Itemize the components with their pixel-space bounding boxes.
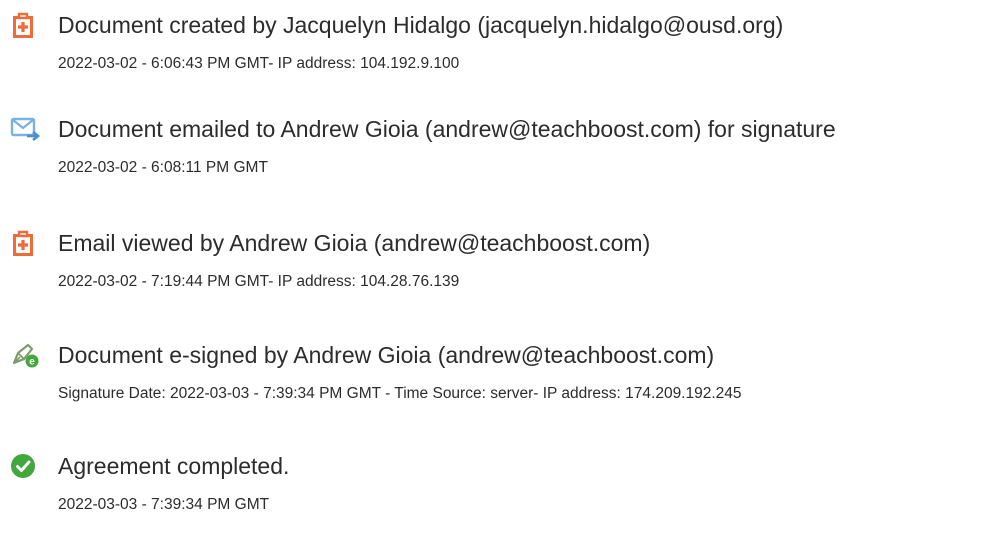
event-title: Document emailed to Andrew Gioia (andrew…: [58, 116, 836, 142]
event-title: Document created by Jacquelyn Hidalgo (j…: [58, 12, 784, 38]
event-title: Email viewed by Andrew Gioia (andrew@tea…: [58, 230, 651, 256]
audit-event-agreement-completed: Agreement completed. 2022-03-03 - 7:39:3…: [10, 449, 1000, 515]
event-detail: 2022-03-02 - 6:06:43 PM GMT- IP address:…: [58, 55, 460, 72]
audit-event-document-created: Document created by Jacquelyn Hidalgo (j…: [10, 8, 1000, 74]
document-add-icon: [10, 227, 42, 259]
event-detail: 2022-03-02 - 7:19:44 PM GMT- IP address:…: [58, 273, 460, 290]
event-header: e Document e-signed by Andrew Gioia (and…: [10, 338, 1000, 372]
email-send-icon: [10, 113, 42, 145]
event-title: Agreement completed.: [58, 453, 290, 479]
audit-event-email-viewed: Email viewed by Andrew Gioia (andrew@tea…: [10, 226, 1000, 292]
event-header: Document created by Jacquelyn Hidalgo (j…: [10, 8, 1000, 42]
document-add-icon: [10, 9, 42, 41]
event-header: Email viewed by Andrew Gioia (andrew@tea…: [10, 226, 1000, 260]
audit-event-document-emailed: Document emailed to Andrew Gioia (andrew…: [10, 112, 1000, 178]
e-sign-pen-icon: e: [10, 339, 42, 371]
event-detail: 2022-03-02 - 6:08:11 PM GMT: [58, 159, 268, 176]
event-detail: Signature Date: 2022-03-03 - 7:39:34 PM …: [58, 385, 742, 402]
event-header: Agreement completed.: [10, 449, 1000, 483]
event-detail: 2022-03-03 - 7:39:34 PM GMT: [58, 496, 270, 513]
check-circle-icon: [10, 450, 42, 482]
event-header: Document emailed to Andrew Gioia (andrew…: [10, 112, 1000, 146]
svg-text:e: e: [29, 357, 35, 368]
audit-event-document-e-signed: e Document e-signed by Andrew Gioia (and…: [10, 338, 1000, 404]
event-title: Document e-signed by Andrew Gioia (andre…: [58, 342, 715, 368]
